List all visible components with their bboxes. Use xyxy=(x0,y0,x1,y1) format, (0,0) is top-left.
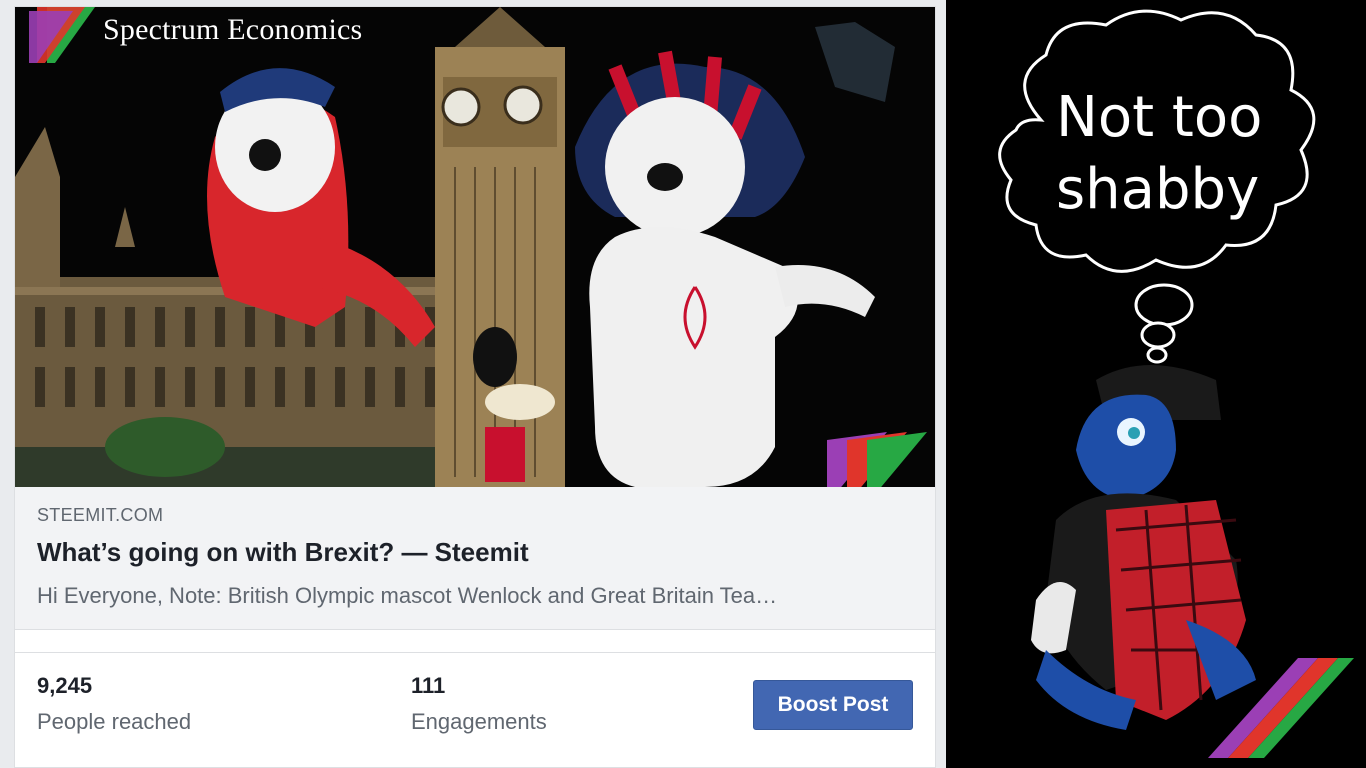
link-description: Hi Everyone, Note: British Olympic masco… xyxy=(37,583,778,608)
engagements-value: 111 xyxy=(411,673,446,698)
post-image[interactable]: Spectrum Economics xyxy=(15,7,935,487)
post-card: Spectrum Economics STEEMIT.COM What’s go… xyxy=(14,6,936,768)
people-reached-stat: 9,245 People reached xyxy=(37,673,191,735)
post-insights: 9,245 People reached 111 Engagements Boo… xyxy=(15,653,935,767)
post-panel: Spectrum Economics STEEMIT.COM What’s go… xyxy=(0,0,946,768)
engagements-label: Engagements xyxy=(411,709,547,734)
brand-overlay-text: Spectrum Economics xyxy=(103,13,363,46)
link-preview[interactable]: STEEMIT.COM What’s going on with Brexit?… xyxy=(15,487,935,630)
post-image-illustration xyxy=(15,7,927,487)
boost-post-button[interactable]: Boost Post xyxy=(753,680,913,730)
thought-bubble-text: Not too shabby xyxy=(1056,85,1263,222)
people-reached-value: 9,245 xyxy=(37,673,93,698)
people-reached-label: People reached xyxy=(37,709,192,734)
mascot-panel: Not too shabby xyxy=(946,0,1366,768)
card-divider xyxy=(15,630,935,653)
link-domain: STEEMIT.COM xyxy=(37,505,164,525)
engagements-stat: 111 Engagements xyxy=(411,673,547,735)
link-title[interactable]: What’s going on with Brexit? — Steemit xyxy=(37,537,529,568)
thought-bubble-dot-large xyxy=(1134,283,1194,327)
thought-bubble-dot-medium xyxy=(1140,321,1176,349)
thought-bubble-dot-small xyxy=(1146,346,1168,364)
